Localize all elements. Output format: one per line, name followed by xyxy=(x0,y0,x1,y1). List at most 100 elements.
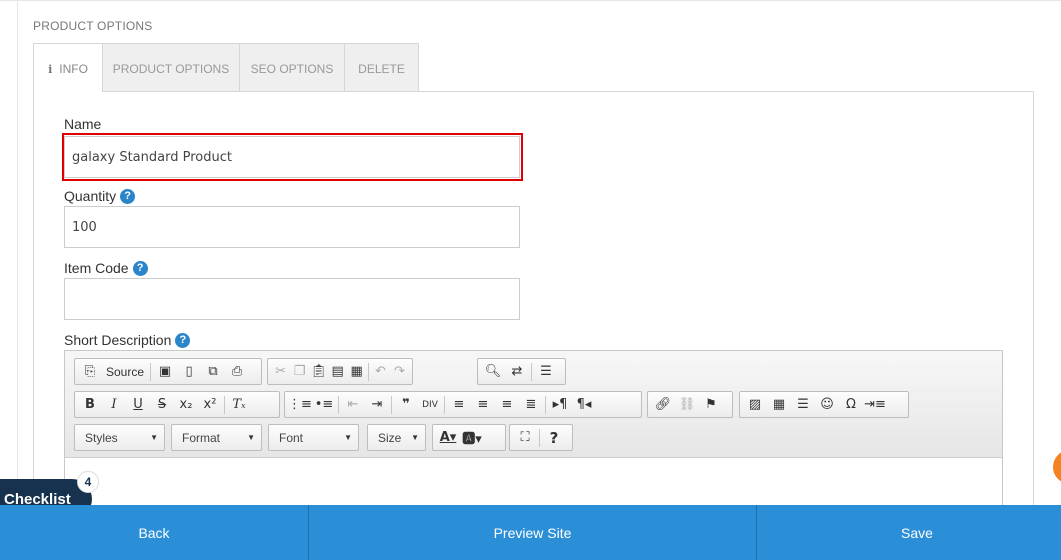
div-container-icon[interactable]: DIV xyxy=(418,394,442,416)
bold-icon[interactable]: B xyxy=(78,394,102,416)
toolbar-group-document: ⎘ Source ▣ ▯ ⧉ ⎙ xyxy=(74,358,262,385)
format-dropdown-label: Format xyxy=(182,430,221,445)
tab-bar: i INFO PRODUCT OPTIONS SEO OPTIONS DELET… xyxy=(33,43,419,95)
paste-icon[interactable]: 📋︎ xyxy=(309,361,328,383)
toolbar-group-tools: ⛶ ? xyxy=(509,424,573,451)
bottom-action-bar: Back Preview Site Save xyxy=(0,505,1061,560)
subscript-icon[interactable]: x₂ xyxy=(174,394,198,416)
remove-format-icon[interactable]: Tₓ xyxy=(227,394,251,416)
item-code-input[interactable] xyxy=(64,278,520,320)
toolbar-group-clipboard: ✂ ❐ 📋︎ ▤ ▦ ↶ ↷ xyxy=(267,358,413,385)
background-color-icon[interactable]: 🅰︎▾ xyxy=(460,427,484,449)
size-dropdown-label: Size xyxy=(378,430,402,445)
font-dropdown[interactable]: Font ▼ xyxy=(268,424,359,451)
underline-icon[interactable]: U xyxy=(126,394,150,416)
image-icon[interactable]: ▨ xyxy=(743,394,767,416)
page: PRODUCT OPTIONS i INFO PRODUCT OPTIONS S… xyxy=(0,0,1061,560)
align-right-icon[interactable]: ≡ xyxy=(495,394,519,416)
toolbar-group-insert: ▨ ▦ ☰ ☺ Ω ⇥≡ xyxy=(739,391,909,418)
about-help-icon[interactable]: ? xyxy=(542,427,566,449)
page-break-icon[interactable]: ⇥≡ xyxy=(863,394,887,416)
tab-delete-label: DELETE xyxy=(358,62,405,76)
strikethrough-icon[interactable]: S xyxy=(150,394,174,416)
blockquote-icon[interactable]: ❞ xyxy=(394,394,418,416)
quantity-label: Quantity ? xyxy=(64,188,136,204)
paste-text-icon[interactable]: ▤ xyxy=(328,361,347,383)
tab-seo-options-label: SEO OPTIONS xyxy=(250,62,334,76)
chat-widget-button[interactable] xyxy=(1053,450,1061,484)
question-circle-icon[interactable]: ? xyxy=(175,332,191,348)
maximize-icon[interactable]: ⛶ xyxy=(513,427,537,449)
toolbar-group-colors: A▾ 🅰︎▾ xyxy=(432,424,506,451)
tab-product-options[interactable]: PRODUCT OPTIONS xyxy=(103,43,240,95)
section-title: PRODUCT OPTIONS xyxy=(33,19,153,33)
redo-icon[interactable]: ↷ xyxy=(390,361,409,383)
source-icon: ⎘ xyxy=(84,364,96,379)
print-icon[interactable]: ⎙ xyxy=(225,361,249,383)
styles-dropdown-label: Styles xyxy=(85,430,118,445)
checklist-count-badge: 4 xyxy=(77,471,99,493)
name-label: Name xyxy=(64,116,102,132)
save-icon[interactable]: ▣ xyxy=(153,361,177,383)
caret-down-icon: ▼ xyxy=(344,433,352,442)
rich-text-editor: ⎘ Source ▣ ▯ ⧉ ⎙ ✂ ❐ 📋︎ ▤ ▦ ↶ ↷ 🔍︎ ⇄ ☰ B… xyxy=(64,350,1003,510)
rtl-icon[interactable]: ¶◂ xyxy=(572,394,596,416)
size-dropdown[interactable]: Size ▼ xyxy=(367,424,426,451)
numbered-list-icon[interactable]: ⋮≡ xyxy=(288,394,312,416)
special-char-icon[interactable]: Ω xyxy=(839,394,863,416)
short-description-label: Short Description ? xyxy=(64,332,191,348)
copy-icon[interactable]: ❐ xyxy=(290,361,309,383)
editor-toolbar: ⎘ Source ▣ ▯ ⧉ ⎙ ✂ ❐ 📋︎ ▤ ▦ ↶ ↷ 🔍︎ ⇄ ☰ B… xyxy=(65,351,1002,458)
tab-product-options-label: PRODUCT OPTIONS xyxy=(112,62,230,76)
editor-content-area[interactable] xyxy=(65,459,1002,509)
save-button[interactable]: Save xyxy=(757,505,1061,560)
tab-info[interactable]: i INFO xyxy=(33,43,103,95)
outdent-icon[interactable]: ⇤ xyxy=(341,394,365,416)
link-icon[interactable]: 🔗︎ xyxy=(651,394,675,416)
horizontal-line-icon[interactable]: ☰ xyxy=(791,394,815,416)
align-center-icon[interactable]: ≡ xyxy=(471,394,495,416)
question-circle-icon[interactable]: ? xyxy=(120,188,136,204)
tab-info-label: INFO xyxy=(59,62,88,76)
tab-seo-options[interactable]: SEO OPTIONS xyxy=(240,43,345,95)
source-button[interactable]: Source xyxy=(102,361,148,383)
caret-down-icon: ▼ xyxy=(411,433,419,442)
back-button[interactable]: Back xyxy=(0,505,309,560)
item-code-label: Item Code ? xyxy=(64,260,148,276)
find-icon[interactable]: 🔍︎ xyxy=(481,361,505,383)
anchor-flag-icon[interactable]: ⚑ xyxy=(699,394,723,416)
superscript-icon[interactable]: x² xyxy=(198,394,222,416)
styles-dropdown[interactable]: Styles ▼ xyxy=(74,424,165,451)
quantity-input-value: 100 xyxy=(72,219,97,235)
caret-down-icon: ▼ xyxy=(150,433,158,442)
format-dropdown[interactable]: Format ▼ xyxy=(171,424,262,451)
indent-icon[interactable]: ⇥ xyxy=(365,394,389,416)
table-icon[interactable]: ▦ xyxy=(767,394,791,416)
replace-icon[interactable]: ⇄ xyxy=(505,361,529,383)
unlink-icon[interactable]: ⛓ xyxy=(675,394,699,416)
undo-icon[interactable]: ↶ xyxy=(371,361,390,383)
quantity-input[interactable]: 100 xyxy=(64,206,520,248)
italic-icon[interactable]: I xyxy=(102,394,126,416)
align-left-icon[interactable]: ≡ xyxy=(447,394,471,416)
toolbar-group-basicstyles: B I U S x₂ x² Tₓ xyxy=(74,391,280,418)
preview-icon[interactable]: ⧉ xyxy=(201,361,225,383)
question-circle-icon[interactable]: ? xyxy=(132,260,148,276)
info-icon: i xyxy=(48,62,53,76)
select-all-icon[interactable]: ☰ xyxy=(534,361,558,383)
cut-icon[interactable]: ✂ xyxy=(271,361,290,383)
tab-delete[interactable]: DELETE xyxy=(345,43,419,95)
bulleted-list-icon[interactable]: •≡ xyxy=(312,394,336,416)
ltr-icon[interactable]: ▸¶ xyxy=(548,394,572,416)
justify-icon[interactable]: ≣ xyxy=(519,394,543,416)
smiley-icon[interactable]: ☺ xyxy=(815,394,839,416)
paste-word-icon[interactable]: ▦ xyxy=(347,361,366,383)
top-divider xyxy=(0,0,1061,1)
toolbar-group-find: 🔍︎ ⇄ ☰ xyxy=(477,358,566,385)
toolbar-group-links: 🔗︎ ⛓ ⚑ xyxy=(647,391,733,418)
text-color-icon[interactable]: A▾ xyxy=(436,427,460,449)
left-divider xyxy=(17,0,18,505)
preview-site-button[interactable]: Preview Site xyxy=(309,505,757,560)
name-input[interactable]: galaxy Standard Product xyxy=(64,136,520,178)
new-page-icon[interactable]: ▯ xyxy=(177,361,201,383)
